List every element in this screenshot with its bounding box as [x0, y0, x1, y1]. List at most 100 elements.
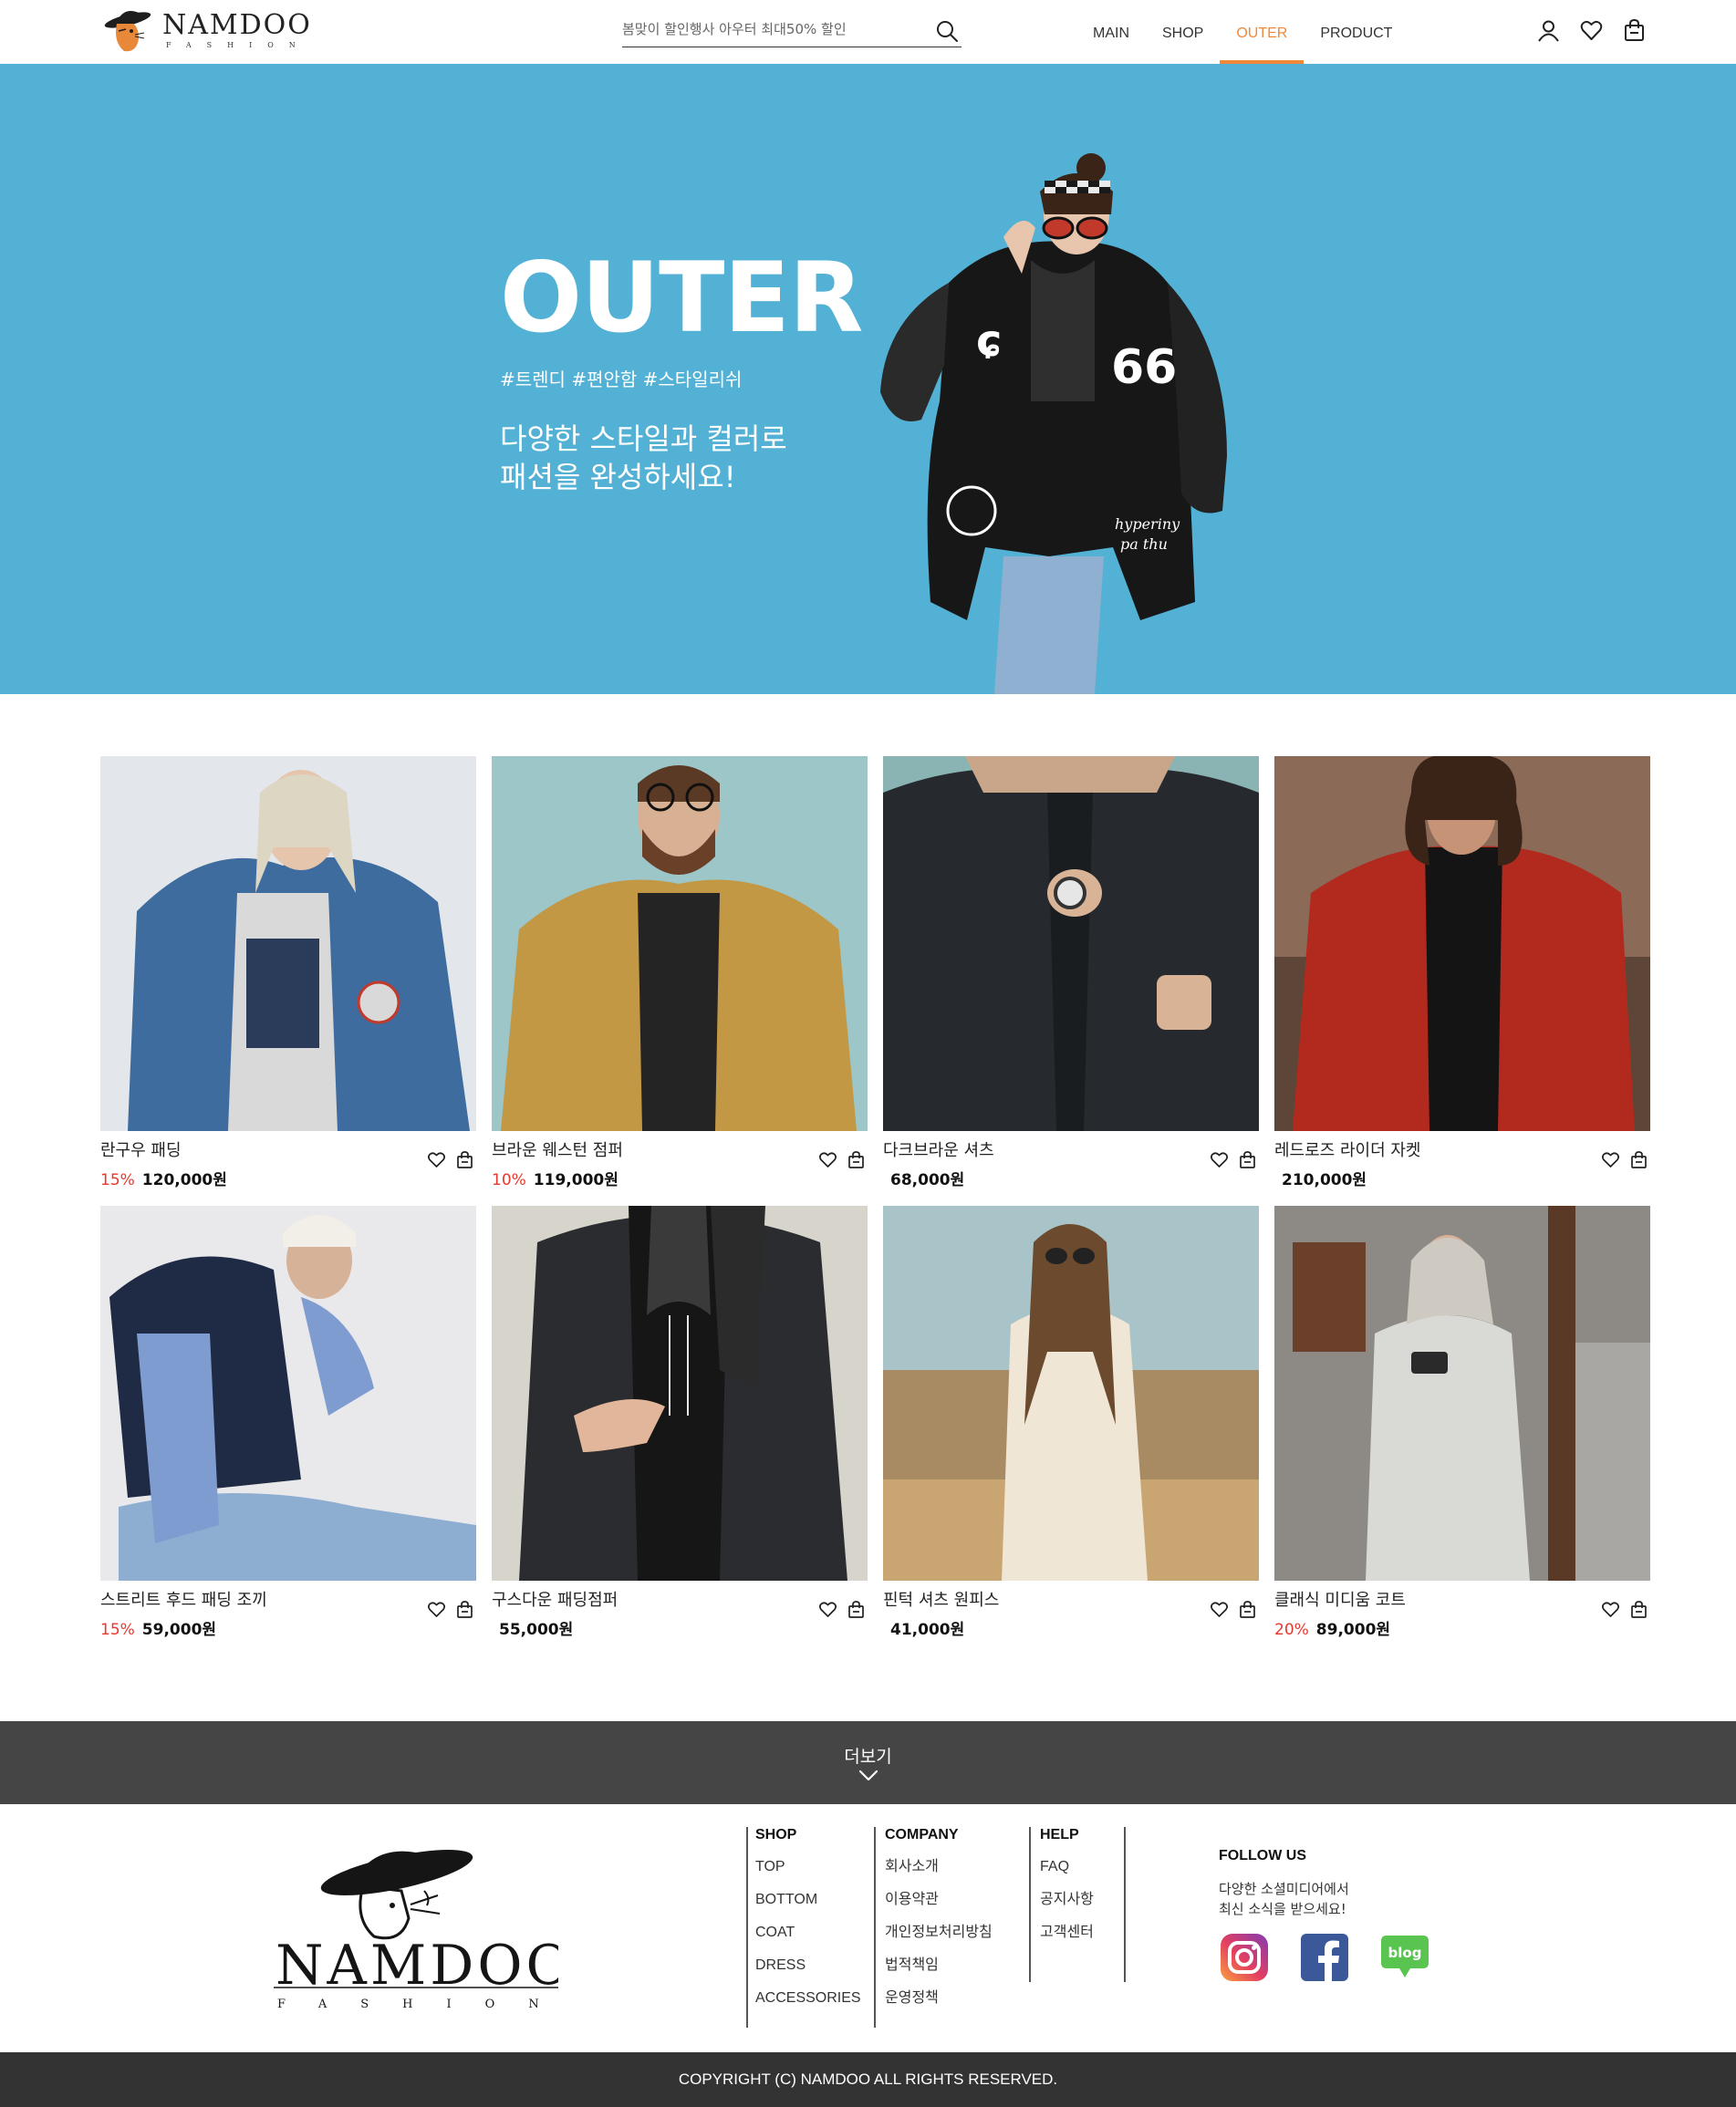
cart-icon[interactable]	[1238, 1600, 1257, 1619]
hero-copy-line-2: 패션을 완성하세요!	[500, 460, 736, 494]
hero-copy-line-1: 다양한 스타일과 컬러로	[500, 421, 787, 456]
footer-link-company-intro[interactable]: 회사소개	[885, 1858, 1029, 1891]
heart-icon[interactable]	[1601, 1600, 1620, 1619]
product-name[interactable]: 구스다운 패딩점퍼	[492, 1587, 618, 1611]
product-actions	[427, 1600, 474, 1619]
cart-icon[interactable]	[847, 1600, 866, 1619]
cart-icon[interactable]	[455, 1600, 474, 1619]
product-image[interactable]	[492, 1206, 868, 1581]
product-card[interactable]: 클래식 미디움 코트 20% 89,000원	[1274, 1206, 1650, 1639]
follow-desc-line-2: 최신 소식을 받으세요!	[1219, 1901, 1346, 1917]
product-name[interactable]: 핀턱 셔츠 원피스	[883, 1587, 999, 1611]
product-actions	[1210, 1600, 1257, 1619]
cart-icon[interactable]	[1629, 1150, 1648, 1169]
product-image[interactable]	[1274, 756, 1650, 1131]
footer-link-dress[interactable]: DRESS	[755, 1956, 874, 1989]
product-card[interactable]: 핀턱 셔츠 원피스 41,000원	[883, 1206, 1259, 1639]
heart-icon[interactable]	[1601, 1150, 1620, 1169]
product-card[interactable]: 레드로즈 라이더 자켓 210,000원	[1274, 756, 1650, 1189]
heart-icon[interactable]	[1210, 1150, 1229, 1169]
svg-text:66: 66	[1111, 340, 1177, 395]
product-card[interactable]: 브라운 웨스턴 점퍼 10% 119,000원	[492, 756, 868, 1189]
product-price: 41,000원	[890, 1621, 965, 1639]
heart-icon[interactable]	[427, 1150, 446, 1169]
footer-col-title: COMPANY	[885, 1827, 959, 1842]
product-photo-blue-padding	[100, 756, 476, 1131]
discount-rate: 20%	[1274, 1621, 1309, 1639]
footer-link-customer-center[interactable]: 고객센터	[1040, 1924, 1124, 1956]
product-name[interactable]: 란구우 패딩	[100, 1137, 182, 1161]
logo-text: NAMDOO FASHION	[162, 11, 312, 51]
heart-icon[interactable]	[818, 1150, 837, 1169]
footer-link-notice[interactable]: 공지사항	[1040, 1891, 1124, 1924]
mouse-detective-logo-icon	[104, 11, 151, 52]
search-input[interactable]	[622, 18, 923, 40]
footer-link-terms[interactable]: 이용약관	[885, 1891, 1029, 1924]
heart-icon[interactable]	[1579, 18, 1604, 43]
footer-link-coat[interactable]: COAT	[755, 1924, 874, 1956]
product-name[interactable]: 스트리트 후드 패딩 조끼	[100, 1587, 267, 1611]
product-name[interactable]: 클래식 미디움 코트	[1274, 1587, 1406, 1611]
footer-link-privacy[interactable]: 개인정보처리방침	[885, 1924, 1029, 1956]
product-image[interactable]	[100, 756, 476, 1131]
footer-link-bottom[interactable]: BOTTOM	[755, 1891, 874, 1924]
product-photo-hood-padding-vest	[100, 1206, 476, 1581]
cart-icon[interactable]	[847, 1150, 866, 1169]
heart-icon[interactable]	[818, 1600, 837, 1619]
logo-name: NAMDOO	[162, 9, 312, 41]
discount-rate: 10%	[492, 1171, 526, 1189]
footer-link-top[interactable]: TOP	[755, 1858, 874, 1891]
cart-icon[interactable]	[455, 1150, 474, 1169]
footer-link-policy[interactable]: 운영정책	[885, 1989, 1029, 2022]
product-name[interactable]: 다크브라운 셔츠	[883, 1137, 994, 1161]
product-actions	[427, 1150, 474, 1169]
product-name[interactable]: 레드로즈 라이더 자켓	[1274, 1137, 1420, 1161]
nav-main[interactable]: MAIN	[1076, 0, 1146, 64]
product-name[interactable]: 브라운 웨스턴 점퍼	[492, 1137, 623, 1161]
logo-sub: FASHION	[166, 41, 311, 49]
product-image[interactable]	[492, 756, 868, 1131]
shopping-bag-icon[interactable]	[1622, 18, 1647, 43]
brand-logo[interactable]: NAMDOO FASHION	[99, 7, 317, 55]
nav-product[interactable]: PRODUCT	[1304, 0, 1409, 64]
blog-icon[interactable]: blog	[1379, 1932, 1430, 1983]
cart-icon[interactable]	[1629, 1600, 1648, 1619]
facebook-icon[interactable]	[1299, 1932, 1350, 1983]
nav-shop[interactable]: SHOP	[1146, 0, 1220, 64]
search-icon[interactable]	[934, 18, 960, 44]
product-card[interactable]: 구스다운 패딩점퍼 55,000원	[492, 1206, 868, 1639]
product-card[interactable]: 스트리트 후드 패딩 조끼 15% 59,000원	[100, 1206, 476, 1639]
load-more-label: 더보기	[844, 1747, 892, 1767]
svg-text:ɕ: ɕ	[976, 316, 1002, 367]
heart-icon[interactable]	[427, 1600, 446, 1619]
product-card[interactable]: 란구우 패딩 15% 120,000원	[100, 756, 476, 1189]
user-icon[interactable]	[1536, 18, 1561, 43]
product-image[interactable]	[100, 1206, 476, 1581]
footer-link-legal[interactable]: 법적책임	[885, 1956, 1029, 1989]
nav-outer[interactable]: OUTER	[1220, 0, 1305, 64]
hero-title: OUTER	[500, 242, 864, 354]
product-image[interactable]	[883, 1206, 1259, 1581]
svg-text:pa thu: pa thu	[1120, 535, 1168, 553]
footer-logo-sub: FASHION	[277, 1998, 558, 2011]
footer-link-accessories[interactable]: ACCESSORIES	[755, 1989, 874, 2022]
product-image[interactable]	[1274, 1206, 1650, 1581]
product-price: 68,000원	[890, 1171, 965, 1189]
heart-icon[interactable]	[1210, 1600, 1229, 1619]
instagram-icon[interactable]	[1219, 1932, 1270, 1983]
product-price-row: 68,000원	[883, 1167, 964, 1189]
discount-rate: 15%	[100, 1621, 135, 1639]
cart-icon[interactable]	[1238, 1150, 1257, 1169]
hero-tags: #트렌디 #편안함 #스타일리쉬	[500, 368, 743, 390]
product-actions	[1601, 1150, 1648, 1169]
hero-copy: 다양한 스타일과 컬러로 패션을 완성하세요!	[500, 420, 901, 496]
footer-link-faq[interactable]: FAQ	[1040, 1858, 1124, 1891]
product-price-row: 10% 119,000원	[492, 1167, 619, 1189]
hero-banner: OUTER #트렌디 #편안함 #스타일리쉬 다양한 스타일과 컬러로 패션을 …	[0, 64, 1736, 694]
follow-us: FOLLOW US 다양한 소셜미디어에서 최신 소식을 받으세요! blog	[1219, 1848, 1456, 1983]
product-card[interactable]: 다크브라운 셔츠 68,000원	[883, 756, 1259, 1189]
product-photo-red-rider-jacket	[1274, 756, 1650, 1131]
footer-col-help: HELP FAQ 공지사항 고객센터	[1029, 1827, 1126, 1982]
load-more-button[interactable]: 더보기	[0, 1721, 1736, 1804]
product-image[interactable]	[883, 756, 1259, 1131]
